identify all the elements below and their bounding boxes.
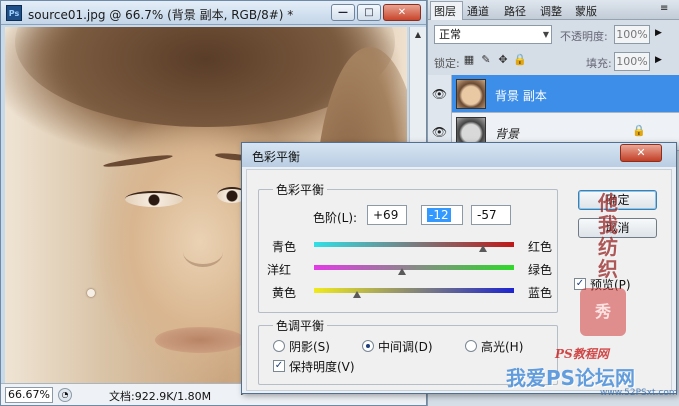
- dialog-titlebar[interactable]: 色彩平衡 ✕: [242, 143, 676, 167]
- slider-left-label: 黄色: [272, 286, 297, 300]
- blend-mode-value: 正常: [439, 28, 461, 41]
- slider-left-label: 青色: [272, 240, 297, 254]
- blend-mode-select[interactable]: 正常 ▼: [434, 25, 552, 44]
- slider-handle[interactable]: [479, 245, 487, 252]
- lips: [155, 327, 245, 353]
- opacity-field[interactable]: 100%: [614, 25, 650, 44]
- scroll-up-icon[interactable]: ▲: [410, 27, 426, 43]
- highlights-label[interactable]: 高光(H): [481, 338, 523, 355]
- photoshop-workspace: Ps source01.jpg @ 66.7% (背景 副本, RGB/8#) …: [0, 0, 679, 406]
- eye-icon[interactable]: 👁: [428, 75, 452, 113]
- chevron-down-icon: ▼: [542, 30, 549, 39]
- nose: [183, 237, 223, 267]
- watermark-seal: 秀: [580, 288, 626, 336]
- midtones-label[interactable]: 中间调(D): [378, 338, 433, 355]
- layer-name: 背景: [495, 127, 520, 141]
- watermark-url: www.52PSxt.com: [600, 388, 678, 398]
- level-yellow-blue-input[interactable]: -57: [471, 205, 511, 225]
- lock-transparency-icon[interactable]: ▦: [462, 53, 476, 67]
- tab-channels[interactable]: 通道: [467, 3, 489, 19]
- left-eye: [125, 191, 183, 207]
- yellow-blue-slider[interactable]: [314, 288, 514, 298]
- preserve-luminosity-checkbox[interactable]: ✓: [273, 360, 285, 372]
- close-icon[interactable]: ✕: [620, 144, 662, 162]
- slider-handle[interactable]: [398, 268, 406, 275]
- opacity-slider-arrow-icon[interactable]: ▶: [655, 28, 662, 38]
- shadows-radio[interactable]: [273, 340, 285, 352]
- opacity-label: 不透明度:: [560, 30, 608, 43]
- close-button[interactable]: ✕: [383, 4, 421, 21]
- lock-pixels-icon[interactable]: ✎: [479, 53, 493, 67]
- status-info-icon[interactable]: ◔: [58, 388, 72, 402]
- dialog-title: 色彩平衡: [252, 150, 301, 164]
- tab-layers[interactable]: 图层: [434, 3, 456, 19]
- document-titlebar[interactable]: Ps source01.jpg @ 66.7% (背景 副本, RGB/8#) …: [1, 1, 426, 25]
- watermark-site-name: PS教程网: [555, 347, 609, 361]
- slider-right-label: 蓝色: [528, 286, 553, 300]
- level-selected-text: -12: [427, 208, 451, 222]
- left-eyebrow: [102, 153, 174, 169]
- lock-icon: 🔒: [632, 124, 646, 137]
- panel-menu-icon[interactable]: ≡: [660, 3, 668, 14]
- lock-position-icon[interactable]: ✥: [496, 53, 510, 67]
- minimize-button[interactable]: —: [331, 4, 355, 21]
- color-balance-group-title: 色彩平衡: [273, 181, 328, 198]
- magenta-green-slider[interactable]: [314, 265, 514, 275]
- slider-right-label: 绿色: [528, 263, 553, 277]
- levels-label: 色阶(L):: [313, 211, 358, 225]
- fill-slider-arrow-icon[interactable]: ▶: [655, 55, 662, 65]
- fill-field[interactable]: 100%: [614, 52, 650, 71]
- layer-row-background-copy[interactable]: 👁 背景 副本: [428, 75, 679, 113]
- watermark-vertical-text: 他我纺织: [598, 191, 618, 281]
- midtones-radio[interactable]: [362, 340, 374, 352]
- highlights-radio[interactable]: [465, 340, 477, 352]
- tab-paths[interactable]: 路径: [504, 3, 526, 19]
- slider-left-label: 洋红: [267, 263, 292, 277]
- lock-label: 锁定:: [434, 57, 460, 70]
- level-magenta-green-input[interactable]: -12: [421, 205, 463, 225]
- document-title: source01.jpg @ 66.7% (背景 副本, RGB/8#) *: [28, 8, 294, 22]
- zoom-field[interactable]: 66.67%: [5, 387, 53, 403]
- panel-tab-bar: 图层 通道 路径 调整 蒙版 ≡: [428, 0, 679, 20]
- tab-adjustments[interactable]: 调整: [540, 3, 562, 19]
- tab-masks[interactable]: 蒙版: [575, 3, 597, 19]
- fill-label: 填充:: [586, 57, 612, 70]
- earring: [87, 289, 95, 297]
- shadows-label[interactable]: 阴影(S): [289, 338, 330, 355]
- level-cyan-red-input[interactable]: +69: [367, 205, 407, 225]
- preserve-luminosity-label[interactable]: 保持明度(V): [289, 358, 355, 375]
- maximize-button[interactable]: □: [357, 4, 381, 21]
- color-balance-group: [258, 189, 558, 313]
- layer-thumbnail: [456, 79, 486, 109]
- layer-name: 背景 副本: [495, 89, 547, 103]
- photoshop-app-icon: Ps: [6, 5, 22, 21]
- watermark-title: 我爱PS论坛网: [506, 366, 636, 390]
- cyan-red-slider[interactable]: [314, 242, 514, 252]
- tone-balance-group-title: 色调平衡: [273, 317, 328, 334]
- radio-selected-dot: [366, 344, 370, 348]
- slider-right-label: 红色: [528, 240, 553, 254]
- document-size-info: 文档:922.9K/1.80M: [109, 390, 212, 403]
- lock-all-icon[interactable]: 🔒: [513, 53, 527, 67]
- slider-handle[interactable]: [353, 291, 361, 298]
